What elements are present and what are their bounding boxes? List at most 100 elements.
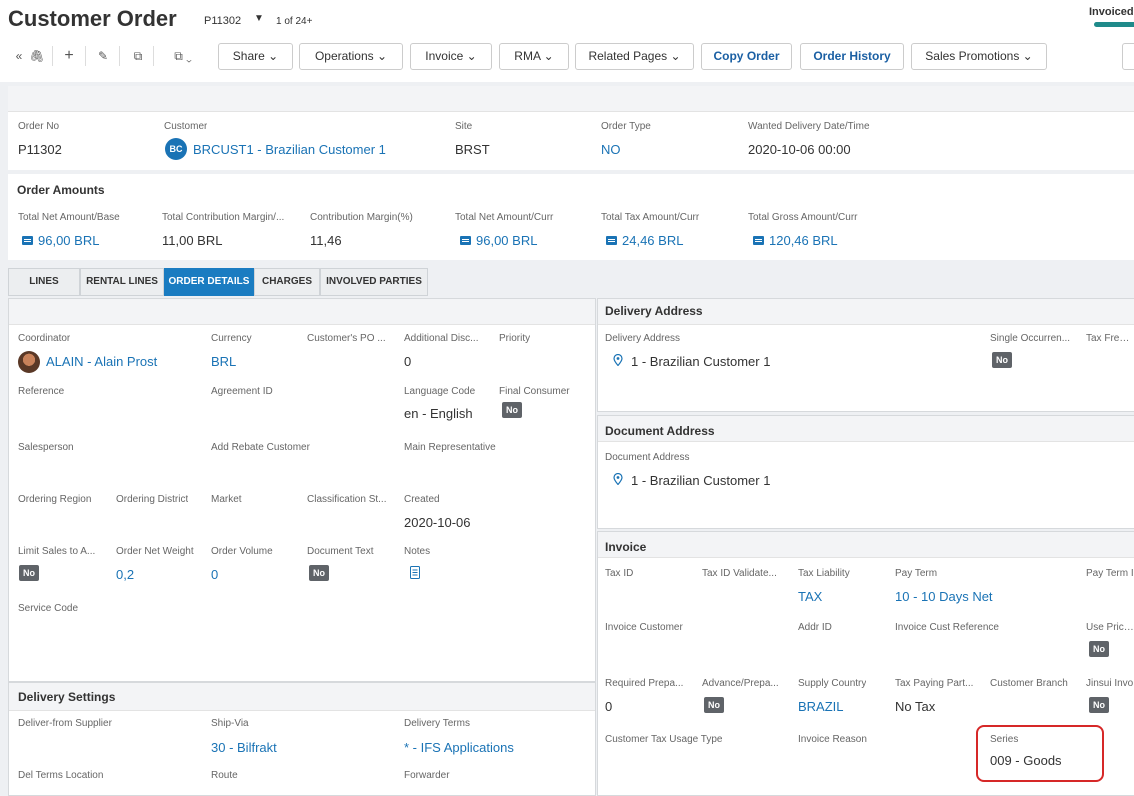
order-history-button[interactable]: Order History [800, 43, 904, 70]
invoice-cust-reference-label: Invoice Cust Reference [895, 622, 999, 633]
order-volume-value[interactable]: 0 [211, 567, 218, 582]
additional-discount-label: Additional Disc... [404, 333, 479, 344]
market-label: Market [211, 494, 242, 505]
contribution-label: Total Contribution Margin/... [162, 212, 285, 223]
add-icon[interactable]: + [58, 44, 80, 68]
ordering-district-label: Ordering District [116, 494, 189, 505]
reference-label: Reference [18, 386, 65, 397]
ship-via-link[interactable]: 30 - Bilfrakt [211, 740, 277, 755]
location-pin-icon [613, 354, 623, 366]
created-value: 2020-10-06 [404, 515, 471, 530]
limit-sales-label: Limit Sales to A... [18, 546, 96, 557]
share-button[interactable]: Share ⌄ [218, 43, 293, 70]
copy-special-icon[interactable]: ⧉ ⌄ [164, 44, 202, 68]
rma-button[interactable]: RMA ⌄ [499, 43, 569, 70]
delivery-address-title: Delivery Address [605, 304, 703, 318]
tax-free-label: Tax Free C [1086, 333, 1134, 344]
single-occurrence-label: Single Occurren... [990, 333, 1071, 344]
delivery-terms-link[interactable]: * - IFS Applications [404, 740, 514, 755]
salesperson-label: Salesperson [18, 442, 74, 453]
document-address-label: Document Address [605, 452, 690, 463]
classification-label: Classification St... [307, 494, 387, 505]
advance-prepayment-badge: No [704, 697, 724, 713]
attachment-icon[interactable]: 🖇 [26, 44, 48, 68]
notes-icon[interactable] [410, 566, 420, 579]
location-pin-icon [613, 473, 623, 485]
wanted-delivery-value: 2020-10-06 00:00 [748, 142, 851, 157]
operations-button[interactable]: Operations ⌄ [299, 43, 403, 70]
jinsui-invoice-label: Jinsui Invo [1086, 678, 1134, 689]
gross-curr-value[interactable]: 120,46 BRL [753, 233, 838, 248]
pay-term-2-label: Pay Term I [1086, 568, 1134, 579]
edit-icon[interactable]: ✎ [92, 44, 114, 68]
agreement-id-label: Agreement ID [211, 386, 273, 397]
customer-po-label: Customer's PO ... [307, 333, 386, 344]
site-label: Site [455, 121, 473, 132]
copy-order-button[interactable]: Copy Order [701, 43, 792, 70]
tax-paying-party-label: Tax Paying Part... [895, 678, 974, 689]
order-net-weight-value[interactable]: 0,2 [116, 567, 134, 582]
tab-charges[interactable]: CHARGES [254, 268, 320, 296]
pay-term-label: Pay Term [895, 568, 938, 579]
tax-liability-label: Tax Liability [798, 568, 850, 579]
invoice-customer-label: Invoice Customer [605, 622, 683, 633]
toolbar-divider [85, 46, 86, 66]
order-no-label: Order No [18, 121, 60, 132]
addr-id-label: Addr ID [798, 622, 832, 633]
gross-curr-label: Total Gross Amount/Curr [748, 212, 858, 223]
route-label: Route [211, 770, 238, 781]
supply-country-link[interactable]: BRAZIL [798, 699, 844, 714]
header-band [8, 86, 1134, 112]
net-base-label: Total Net Amount/Base [18, 212, 120, 223]
priority-label: Priority [499, 333, 531, 344]
limit-sales-badge: No [19, 565, 39, 581]
customer-link[interactable]: BRCUST1 - Brazilian Customer 1 [193, 142, 386, 157]
toolbar-divider [119, 46, 120, 66]
contribution-pct-label: Contribution Margin(%) [310, 212, 413, 223]
related-pages-button[interactable]: Related Pages ⌄ [575, 43, 694, 70]
caret-down-icon[interactable]: ▼ [254, 13, 264, 24]
tax-curr-value[interactable]: 24,46 BRL [606, 233, 683, 248]
record-selector[interactable]: P11302 [204, 15, 241, 27]
tax-liability-link[interactable]: TAX [798, 589, 822, 604]
document-text-badge: No [309, 565, 329, 581]
order-type-link[interactable]: NO [601, 142, 621, 157]
required-prepayment-value: 0 [605, 699, 613, 714]
tab-order-details[interactable]: ORDER DETAILS [164, 268, 254, 296]
wanted-delivery-label: Wanted Delivery Date/Time [748, 121, 870, 132]
service-code-label: Service Code [18, 603, 79, 614]
language-code-label: Language Code [404, 386, 476, 397]
document-icon [460, 236, 471, 245]
delivery-settings-title: Delivery Settings [18, 690, 116, 704]
tax-paying-party-value: No Tax [895, 699, 936, 714]
document-address-value: 1 - Brazilian Customer 1 [631, 473, 771, 488]
forwarder-label: Forwarder [404, 770, 450, 781]
delivery-terms-label: Delivery Terms [404, 718, 470, 729]
currency-link[interactable]: BRL [211, 354, 236, 369]
pay-term-link[interactable]: 10 - 10 Days Net [895, 589, 993, 604]
notes-label: Notes [404, 546, 431, 557]
tab-involved-parties[interactable]: INVOLVED PARTIES [320, 268, 428, 296]
net-curr-value[interactable]: 96,00 BRL [460, 233, 537, 248]
more-button[interactable] [1122, 43, 1134, 70]
use-price-badge: No [1089, 641, 1109, 657]
tax-curr-label: Total Tax Amount/Curr [601, 212, 700, 223]
tab-rental-lines[interactable]: RENTAL LINES [80, 268, 164, 296]
net-base-value[interactable]: 96,00 BRL [22, 233, 99, 248]
coordinator-link[interactable]: ALAIN - Alain Prost [46, 354, 157, 369]
order-amounts-title: Order Amounts [17, 183, 105, 197]
final-consumer-label: Final Consumer [499, 386, 570, 397]
single-occurrence-badge: No [992, 352, 1012, 368]
contribution-value: 11,00 BRL [162, 233, 223, 248]
customer-tax-usage-type-label: Customer Tax Usage Type [605, 734, 723, 745]
copy-icon[interactable]: ⧉ [127, 44, 149, 68]
tab-lines[interactable]: LINES [8, 268, 80, 296]
invoice-title: Invoice [605, 540, 647, 554]
order-volume-label: Order Volume [211, 546, 273, 557]
invoice-button[interactable]: Invoice ⌄ [410, 43, 492, 70]
advance-prepayment-label: Advance/Prepa... [702, 678, 779, 689]
document-text-label: Document Text [307, 546, 374, 557]
delivery-address-label: Delivery Address [605, 333, 681, 344]
sales-promotions-button[interactable]: Sales Promotions ⌄ [911, 43, 1047, 70]
additional-discount-value: 0 [404, 354, 412, 369]
